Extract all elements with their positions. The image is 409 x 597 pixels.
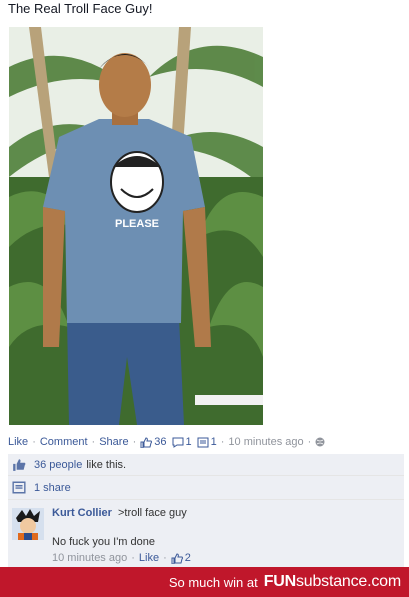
avatar[interactable] xyxy=(12,508,44,540)
share-icon xyxy=(197,437,209,447)
separator-dot: · xyxy=(132,436,137,448)
thumbs-up-icon xyxy=(13,459,26,471)
likes-suffix: like this. xyxy=(86,458,127,471)
comment-meta: 10 minutes ago · Like · 2 xyxy=(52,552,191,564)
thumbs-up-icon xyxy=(140,436,153,448)
thumbs-up-icon xyxy=(171,552,183,564)
like-link[interactable]: Like xyxy=(8,436,28,448)
funsubstance-logo: FUNsubstance.com xyxy=(263,573,402,590)
post-action-bar: Like · Comment · Share · 36 1 1 · 10 min… xyxy=(8,436,403,448)
feedback-panel: 36 people like this. 1 share Kurt Collie… xyxy=(8,454,404,569)
separator-dot: · xyxy=(91,436,96,448)
shares-summary-row: 1 share xyxy=(8,476,404,500)
comment-item: Kurt Collier >troll face guy No fuck you… xyxy=(8,500,404,569)
likes-summary-row: 36 people like this. xyxy=(8,454,404,476)
share-link[interactable]: Share xyxy=(99,436,128,448)
comment-text: No fuck you I'm done xyxy=(52,536,155,548)
separator-dot: · xyxy=(163,552,167,564)
comment-timestamp[interactable]: 10 minutes ago xyxy=(52,552,127,564)
likes-people-link[interactable]: 36 people xyxy=(34,459,82,471)
comment-author[interactable]: Kurt Collier xyxy=(52,507,112,519)
shares-link[interactable]: 1 share xyxy=(34,482,71,494)
post-photo[interactable]: PLEASE xyxy=(9,27,263,425)
comment-link[interactable]: Comment xyxy=(40,436,88,448)
post-timestamp[interactable]: 10 minutes ago xyxy=(228,436,303,448)
post-title: The Real Troll Face Guy! xyxy=(8,1,153,16)
comment-author-line: Kurt Collier >troll face guy xyxy=(52,507,187,519)
separator-dot: · xyxy=(307,436,312,448)
site-footer-banner[interactable]: So much win at FUNsubstance.com xyxy=(0,567,409,597)
comment-bubble-icon xyxy=(172,437,183,448)
share-count[interactable]: 1 xyxy=(197,436,217,448)
share-icon xyxy=(12,481,26,494)
separator-dot: · xyxy=(220,436,225,448)
photo-illustration: PLEASE xyxy=(9,27,263,425)
footer-tagline: So much win at xyxy=(168,574,258,590)
like-count[interactable]: 36 xyxy=(140,436,167,448)
comment-inline-text: >troll face guy xyxy=(117,507,187,519)
comment-like-count[interactable]: 2 xyxy=(185,552,191,564)
separator-dot: · xyxy=(131,552,135,564)
avatar-image xyxy=(12,508,44,540)
separator-dot: · xyxy=(32,436,36,448)
comment-count[interactable]: 1 xyxy=(172,436,192,448)
comment-like-link[interactable]: Like xyxy=(139,552,159,564)
globe-icon[interactable] xyxy=(315,437,325,447)
shirt-text: PLEASE xyxy=(115,218,159,230)
